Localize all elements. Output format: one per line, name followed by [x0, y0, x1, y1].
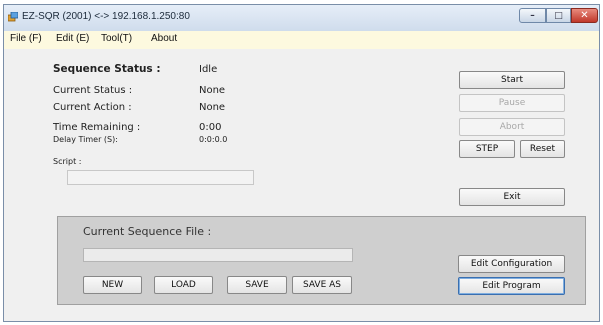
pause-button[interactable]: Pause [459, 94, 565, 112]
current-action-label: Current Action : [53, 102, 132, 113]
close-button[interactable]: ✕ [571, 8, 598, 23]
app-window: EZ-SQR (2001) <-> 192.168.1.250:80 – □ ✕… [3, 4, 600, 322]
load-button[interactable]: LOAD [154, 276, 213, 294]
menu-file[interactable]: File (F) [10, 33, 42, 44]
edit-program-button[interactable]: Edit Program [458, 277, 565, 295]
menu-bar: File (F) Edit (E) Tool(T) About [4, 31, 599, 49]
script-label: Script : [53, 157, 82, 166]
edit-configuration-button[interactable]: Edit Configuration [458, 255, 565, 273]
main-area: Sequence Status : Idle Current Status : … [4, 49, 599, 321]
step-button[interactable]: STEP [459, 140, 515, 158]
title-bar[interactable]: EZ-SQR (2001) <-> 192.168.1.250:80 – □ ✕ [4, 5, 599, 31]
current-status-value: None [199, 85, 226, 96]
abort-button[interactable]: Abort [459, 118, 565, 136]
time-remaining-value: 0:00 [199, 122, 222, 133]
minimize-button[interactable]: – [519, 8, 546, 23]
delay-timer-value: 0:0:0.0 [199, 135, 228, 144]
delay-timer-label: Delay Timer (S): [53, 135, 118, 144]
new-button[interactable]: NEW [83, 276, 142, 294]
time-remaining-label: Time Remaining : [53, 122, 141, 133]
script-field[interactable] [67, 170, 254, 185]
current-action-value: None [199, 102, 226, 113]
app-icon [8, 12, 18, 22]
sequence-status-label: Sequence Status : [53, 63, 161, 75]
save-button[interactable]: SAVE [227, 276, 287, 294]
maximize-icon: □ [554, 10, 563, 21]
window-title: EZ-SQR (2001) <-> 192.168.1.250:80 [22, 11, 190, 22]
minimize-icon: – [530, 10, 535, 21]
start-button[interactable]: Start [459, 71, 565, 89]
sequence-file-panel: Current Sequence File : NEW LOAD SAVE SA… [57, 216, 586, 305]
menu-edit[interactable]: Edit (E) [56, 33, 89, 44]
menu-about[interactable]: About [151, 33, 177, 44]
current-sequence-file-label: Current Sequence File : [83, 225, 212, 238]
close-icon: ✕ [580, 10, 589, 21]
exit-button[interactable]: Exit [459, 188, 565, 206]
sequence-status-value: Idle [199, 64, 218, 75]
maximize-button[interactable]: □ [546, 8, 571, 23]
sequence-file-field[interactable] [83, 248, 353, 262]
save-as-button[interactable]: SAVE AS [292, 276, 352, 294]
reset-button[interactable]: Reset [520, 140, 565, 158]
current-status-label: Current Status : [53, 85, 133, 96]
menu-tool[interactable]: Tool(T) [101, 33, 132, 44]
